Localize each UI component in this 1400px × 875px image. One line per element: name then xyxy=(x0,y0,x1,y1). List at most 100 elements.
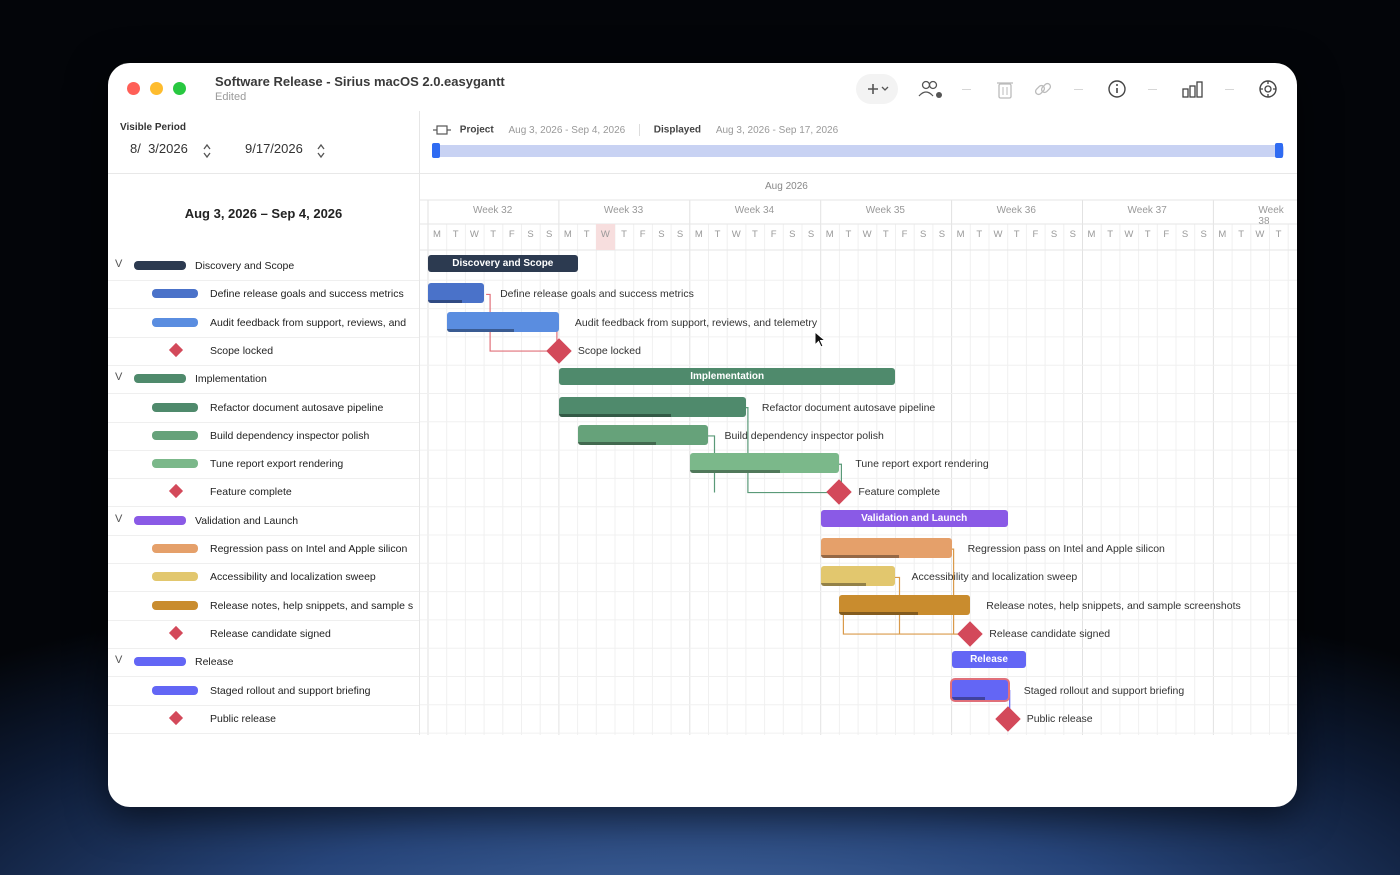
date-range-title: Aug 3, 2026 – Sep 4, 2026 xyxy=(184,206,343,221)
group-row[interactable]: V Release xyxy=(108,648,419,678)
group-summary-bar[interactable]: Implementation xyxy=(558,368,896,386)
day-letter: S xyxy=(527,229,534,240)
week-label: Week 37 xyxy=(1127,205,1167,216)
displayed-label: Displayed xyxy=(653,124,702,136)
day-letter: M xyxy=(825,229,834,240)
milestone-row[interactable]: Release candidate signed xyxy=(108,620,419,649)
task-row[interactable]: Staged rollout and support briefing xyxy=(108,677,419,706)
task-bar[interactable] xyxy=(820,538,952,558)
task-bar[interactable] xyxy=(951,679,1008,700)
add-people-button[interactable] xyxy=(916,77,946,101)
task-name: Release notes, help snippets, and sample… xyxy=(210,599,414,612)
day-letter: F xyxy=(508,229,515,240)
visible-end-date-field[interactable]: 9/17/2026 xyxy=(245,141,337,163)
day-letter: T xyxy=(621,229,627,240)
week-label: Week 32 xyxy=(473,205,513,216)
group-row[interactable]: V Discovery and Scope xyxy=(108,252,419,281)
close-window-button[interactable] xyxy=(127,82,140,95)
period-end-handle[interactable] xyxy=(1275,143,1283,158)
task-bar[interactable] xyxy=(428,283,485,304)
gantt-task-label: Public release xyxy=(1026,712,1093,725)
project-info-row: Project Aug 3, 2026 - Sep 4, 2026 Displa… xyxy=(433,124,838,136)
disclosure-chevron-icon[interactable]: V xyxy=(115,258,122,270)
zoom-window-button[interactable] xyxy=(173,82,186,95)
task-color-swatch xyxy=(152,572,198,582)
day-letter: T xyxy=(1013,229,1020,240)
task-row[interactable]: Regression pass on Intel and Apple silic… xyxy=(108,535,419,564)
task-row[interactable]: Refactor document autosave pipeline xyxy=(108,394,419,423)
day-letter: F xyxy=(901,229,908,240)
group-color-swatch xyxy=(134,657,186,667)
milestone-row[interactable]: Public release xyxy=(108,705,419,734)
day-letter: W xyxy=(862,229,872,240)
task-row[interactable]: Tune report export rendering xyxy=(108,450,419,480)
settings-button[interactable] xyxy=(1253,77,1283,101)
task-row[interactable]: Release notes, help snippets, and sample… xyxy=(108,592,419,621)
stepper-icon[interactable] xyxy=(202,142,212,160)
visible-end-date-value: 9/17/2026 xyxy=(245,141,303,156)
disclosure-chevron-icon[interactable]: V xyxy=(115,513,122,525)
visible-period-slider[interactable] xyxy=(434,145,1284,157)
task-name: Regression pass on Intel and Apple silic… xyxy=(210,543,408,555)
toolbar-separator xyxy=(1148,89,1157,90)
milestone-diamond-icon xyxy=(168,625,184,640)
group-row[interactable]: V Implementation xyxy=(108,365,419,395)
toolbar-separator xyxy=(1225,89,1234,90)
task-row[interactable]: Audit feedback from support, reviews, an… xyxy=(108,309,419,338)
period-start-handle[interactable] xyxy=(432,143,440,158)
link-button[interactable] xyxy=(1028,77,1058,101)
day-letter: S xyxy=(789,229,796,240)
week-label: Week 34 xyxy=(734,205,775,216)
group-summary-bar[interactable]: Validation and Launch xyxy=(820,509,1008,527)
task-row[interactable]: Define release goals and success metrics xyxy=(108,280,419,310)
task-color-swatch xyxy=(152,430,198,440)
group-summary-bar[interactable]: Release xyxy=(951,651,1027,669)
gantt-chart[interactable]: Aug 2026 Week 32 Week 33 Week 34 Week 35 Wee… xyxy=(420,173,1297,735)
day-letter: T xyxy=(1238,229,1244,240)
visible-period-label: Visible Period xyxy=(120,122,186,133)
task-bar[interactable] xyxy=(820,566,896,587)
day-letter: S xyxy=(1181,229,1189,240)
task-bar[interactable] xyxy=(446,311,559,332)
info-button[interactable] xyxy=(1102,77,1132,101)
milestone-row[interactable]: Scope locked xyxy=(108,337,419,366)
disclosure-chevron-icon[interactable]: V xyxy=(115,371,122,383)
project-range: Aug 3, 2026 - Sep 4, 2026 xyxy=(508,124,626,136)
day-letter: W xyxy=(600,229,610,240)
minimize-window-button[interactable] xyxy=(150,82,163,95)
task-bar[interactable] xyxy=(577,424,709,445)
gantt-task-label: Scope locked xyxy=(577,344,641,357)
document-title: Software Release - Sirius macOS 2.0.easy… xyxy=(215,74,505,89)
day-letter: T xyxy=(714,229,721,240)
milestone-row[interactable]: Feature complete xyxy=(108,478,419,508)
task-progress xyxy=(428,300,462,304)
task-color-swatch xyxy=(152,289,198,299)
chart-button[interactable] xyxy=(1178,77,1208,101)
group-color-swatch xyxy=(134,515,186,525)
group-row[interactable]: V Validation and Launch xyxy=(108,507,419,536)
task-progress xyxy=(820,583,866,587)
stepper-icon[interactable] xyxy=(316,142,326,160)
task-row[interactable]: Build dependency inspector polish xyxy=(108,422,419,451)
group-summary-bar[interactable]: Discovery and Scope xyxy=(428,255,578,272)
task-row[interactable]: Accessibility and localization sweep xyxy=(108,563,419,593)
day-letter: T xyxy=(583,229,590,240)
visible-start-date-field[interactable]: 8/ 3/2026 xyxy=(130,141,222,163)
task-bar[interactable] xyxy=(839,594,971,615)
add-button[interactable] xyxy=(856,74,898,104)
task-progress xyxy=(446,328,514,332)
plus-chevron-icon xyxy=(868,84,889,94)
delete-button[interactable] xyxy=(990,77,1020,101)
task-color-swatch xyxy=(152,544,198,553)
task-name: Public release xyxy=(210,712,276,725)
disclosure-chevron-icon[interactable]: V xyxy=(115,654,122,666)
task-bar[interactable] xyxy=(558,396,746,417)
task-name: Define release goals and success metrics xyxy=(210,288,404,301)
task-name: Discovery and Scope xyxy=(195,260,295,272)
task-bar[interactable] xyxy=(689,453,840,474)
day-letter: S xyxy=(658,229,665,240)
gantt-task-label: Tune report export rendering xyxy=(855,458,989,471)
day-letter: T xyxy=(976,229,983,240)
task-color-swatch xyxy=(152,459,198,469)
day-letter: S xyxy=(938,229,946,240)
